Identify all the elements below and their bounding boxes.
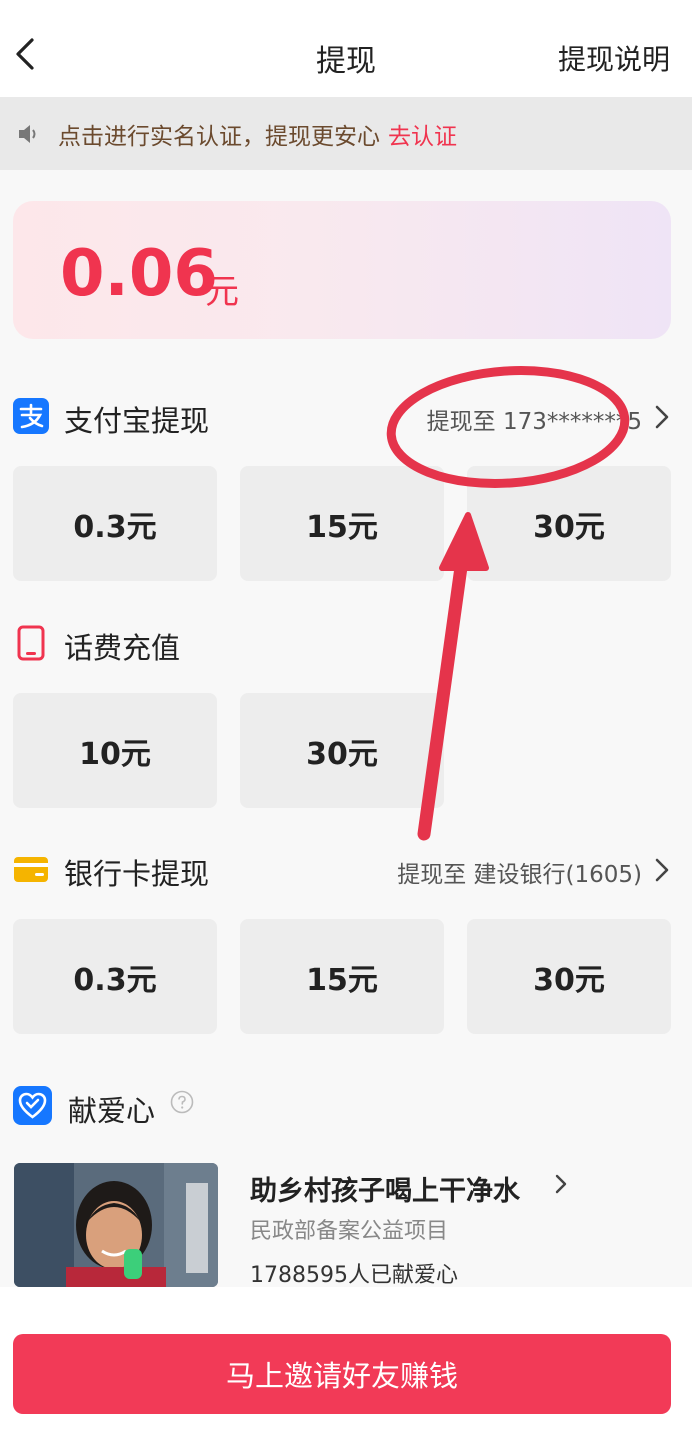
top-bar: 提现 提现说明 xyxy=(0,0,692,97)
notice-text: 点击进行实名认证，提现更安心 xyxy=(58,123,380,150)
phone-icon xyxy=(17,625,45,661)
phone-option[interactable]: 30元 xyxy=(240,693,444,808)
charity-project-name: 助乡村孩子喝上干净水 xyxy=(250,1176,520,1207)
phone-option[interactable]: 10元 xyxy=(13,693,217,808)
phone-label: 话费充值 xyxy=(64,631,181,665)
alipay-section-header[interactable]: 支付宝提现 提现至 173*******5 xyxy=(0,386,692,446)
chevron-right-icon xyxy=(555,1174,567,1194)
balance-amount: 0.06 xyxy=(60,237,218,311)
charity-section-header: 献爱心 xyxy=(0,1076,692,1136)
invite-friends-button[interactable]: 马上邀请好友赚钱 xyxy=(13,1334,671,1414)
bank-section-header[interactable]: 银行卡提现 提现至 建设银行(1605) xyxy=(0,839,692,899)
verification-notice: 点击进行实名认证，提现更安心 去认证 xyxy=(0,97,692,170)
verify-link[interactable]: 去认证 xyxy=(388,117,457,151)
withdraw-explain-link[interactable]: 提现说明 xyxy=(558,38,670,78)
balance-unit: 元 xyxy=(205,272,239,312)
help-icon[interactable] xyxy=(170,1090,194,1114)
bank-option[interactable]: 0.3元 xyxy=(13,919,217,1034)
charity-organization: 民政部备案公益项目 xyxy=(250,1219,449,1244)
charity-project-card[interactable]: 助乡村孩子喝上干净水 民政部备案公益项目 1788595人已献爱心 xyxy=(14,1163,678,1288)
love-icon xyxy=(13,1086,52,1125)
balance-card: 0.06 元 xyxy=(13,201,671,339)
speaker-icon xyxy=(19,124,36,143)
chevron-right-icon xyxy=(655,858,669,882)
bank-option[interactable]: 15元 xyxy=(240,919,444,1034)
bankcard-icon xyxy=(14,857,48,882)
bank-option[interactable]: 30元 xyxy=(467,919,671,1034)
alipay-option[interactable]: 30元 xyxy=(467,466,671,581)
phone-section-header: 话费充值 xyxy=(0,613,692,673)
alipay-label: 支付宝提现 xyxy=(64,404,210,438)
bank-destination[interactable]: 提现至 建设银行(1605) xyxy=(397,855,642,889)
chevron-right-icon xyxy=(655,405,669,429)
charity-donor-count: 1788595人已献爱心 xyxy=(250,1263,458,1288)
alipay-option[interactable]: 0.3元 xyxy=(13,466,217,581)
alipay-option[interactable]: 15元 xyxy=(240,466,444,581)
alipay-destination[interactable]: 提现至 173*******5 xyxy=(427,402,642,436)
charity-photo xyxy=(14,1163,218,1287)
alipay-icon xyxy=(13,398,49,434)
bottom-bar: 马上邀请好友赚钱 xyxy=(0,1287,692,1440)
charity-section-label: 献爱心 xyxy=(68,1094,156,1128)
bank-label: 银行卡提现 xyxy=(64,857,210,891)
